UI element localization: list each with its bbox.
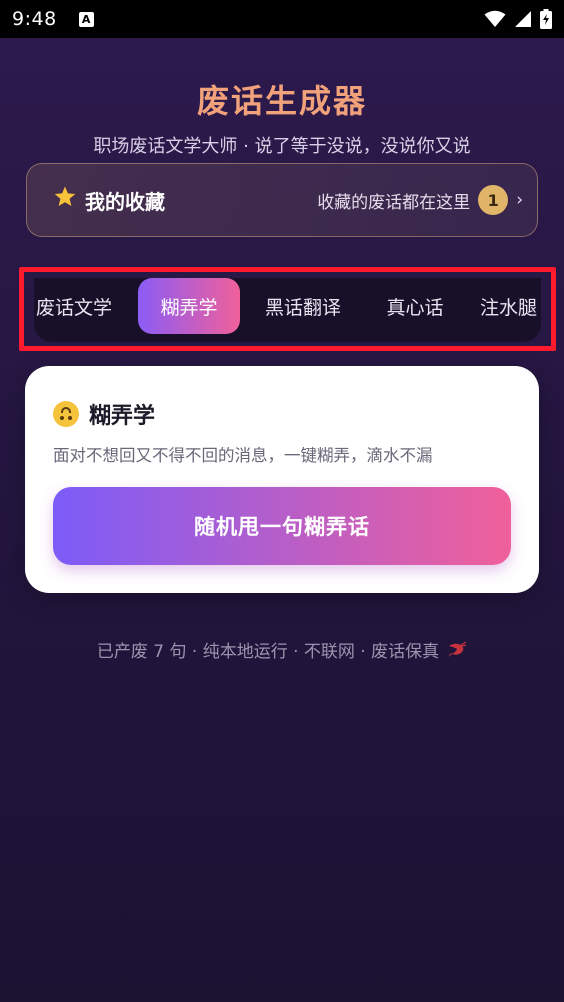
- favorites-description: 收藏的废话都在这里: [317, 192, 471, 213]
- notification-icon: A: [78, 11, 94, 27]
- wifi-icon: [484, 10, 506, 27]
- status-icons: [484, 9, 552, 29]
- app-title: 废话生成器: [196, 82, 367, 120]
- favorites-right: 收藏的废话都在这里 1 ›: [317, 185, 523, 215]
- card-header: 糊弄学: [53, 398, 155, 430]
- app-subtitle: 职场废话文学大师 · 说了等于没说，没说你又说: [93, 136, 471, 157]
- favorites-count-badge: 1: [478, 185, 509, 215]
- card-description: 面对不想回又不得不回的消息，一键糊弄，滴水不漏: [53, 446, 433, 465]
- content-card: 糊弄学 面对不想回又不得不回的消息，一键糊弄，滴水不漏 随机甩一句糊弄话: [25, 366, 539, 593]
- signal-icon: [515, 11, 531, 27]
- footer: 已产废 7 句 · 纯本地运行 · 不联网 · 废话保真: [0, 637, 564, 662]
- favorites-card[interactable]: 我的收藏 收藏的废话都在这里 1 ›: [26, 163, 538, 237]
- favorites-title: 我的收藏: [85, 189, 165, 214]
- star-icon: [53, 185, 79, 215]
- tabs-highlight-box: [19, 267, 556, 351]
- battery-icon: [540, 9, 552, 29]
- status-time: 9:48: [12, 8, 57, 30]
- upside-down-face-icon: [53, 401, 79, 427]
- footer-text: 已产废 7 句 · 纯本地运行 · 不联网 · 废话保真: [96, 642, 440, 662]
- chevron-right-icon: ›: [516, 190, 523, 210]
- shrimp-icon: [448, 640, 467, 657]
- card-title: 糊弄学: [89, 404, 156, 429]
- generate-button[interactable]: 随机甩一句糊弄话: [53, 487, 511, 565]
- status-bar: 9:48 A: [0, 0, 564, 38]
